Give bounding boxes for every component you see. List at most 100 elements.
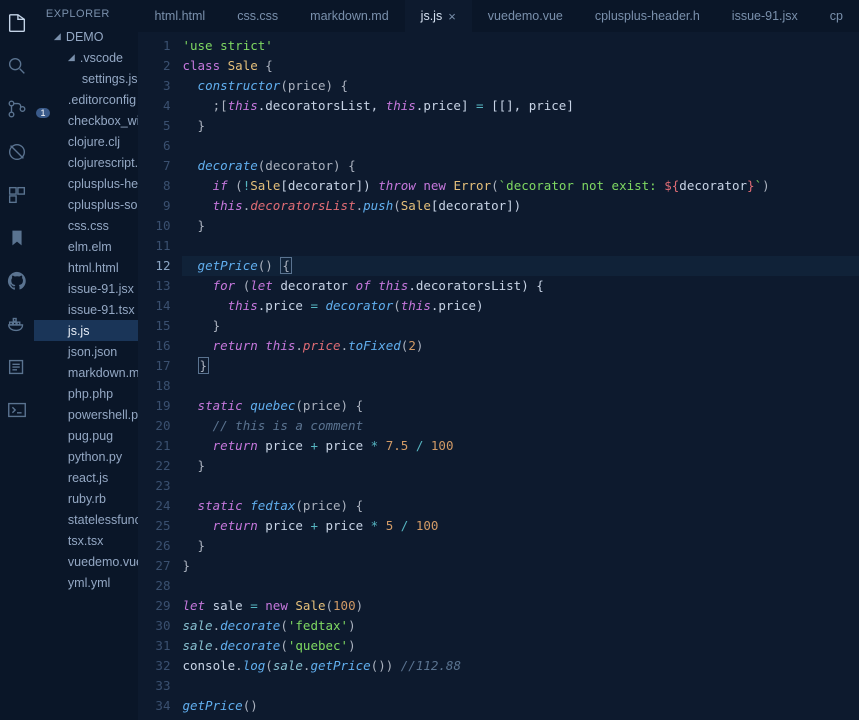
tree-file[interactable]: .editorconfig <box>34 89 139 110</box>
line-number: 34 <box>138 696 170 716</box>
line-number: 1 <box>138 36 170 56</box>
news-icon[interactable] <box>6 356 28 381</box>
tree-file[interactable]: markdown.md <box>34 362 139 383</box>
tree-file[interactable]: statelessfunctionalr… <box>34 509 139 530</box>
tree-label: .editorconfig <box>68 93 136 107</box>
tree-file[interactable]: python.py <box>34 446 139 467</box>
search-icon[interactable] <box>6 55 28 80</box>
tree-label: powershell.ps1 <box>68 408 139 422</box>
tree-label: ruby.rb <box>68 492 106 506</box>
line-number: 30 <box>138 616 170 636</box>
terminal-icon[interactable] <box>6 399 28 424</box>
tab-jsjs[interactable]: js.js × <box>405 0 472 32</box>
tab-label: cplusplus-header.h <box>595 9 700 23</box>
line-number: 27 <box>138 556 170 576</box>
code-line: } <box>182 316 859 336</box>
code-line: } <box>182 116 859 136</box>
tree-file[interactable]: php.php <box>34 383 139 404</box>
activity-bar: 1 <box>0 0 34 720</box>
tree-root[interactable]: ◢DEMO <box>34 26 139 47</box>
line-number: 9 <box>138 196 170 216</box>
close-icon[interactable]: × <box>448 9 456 24</box>
github-icon[interactable] <box>6 270 28 295</box>
line-number: 10 <box>138 216 170 236</box>
source-control-icon[interactable]: 1 <box>6 98 28 123</box>
tab-label: js.js <box>421 9 443 23</box>
line-number: 20 <box>138 416 170 436</box>
tree-file[interactable]: ruby.rb <box>34 488 139 509</box>
line-number: 6 <box>138 136 170 156</box>
code-content[interactable]: 'use strict' class Sale { constructor(pr… <box>182 36 859 720</box>
tree-label: clojurescript.cljs <box>68 156 139 170</box>
tree-file[interactable]: tsx.tsx <box>34 530 139 551</box>
tree-label: .vscode <box>80 51 123 65</box>
tree-label: statelessfunctionalr… <box>68 513 139 527</box>
tree-label: react.js <box>68 471 108 485</box>
tab-vuedemo[interactable]: vuedemo.vue <box>472 0 579 32</box>
code-line: } <box>182 456 859 476</box>
code-line: return price + price * 7.5 / 100 <box>182 436 859 456</box>
tree-file[interactable]: powershell.ps1 <box>34 404 139 425</box>
code-editor[interactable]: 1 2 3 4 5 6 7 8 9 10 11 12 13 14 15 16 1… <box>138 32 859 720</box>
tab-html[interactable]: html.html <box>138 0 221 32</box>
code-line-current: getPrice() { <box>182 256 859 276</box>
tree-label: issue-91.tsx <box>68 303 135 317</box>
line-number: 15 <box>138 316 170 336</box>
tree-file-jsjs[interactable]: js.js <box>34 320 139 341</box>
tree-file[interactable]: clojurescript.cljs <box>34 152 139 173</box>
tab-overflow[interactable]: cp <box>814 0 859 32</box>
code-line <box>182 676 859 696</box>
tree-label: json.json <box>68 345 117 359</box>
tree-label: settings.json <box>82 72 139 86</box>
extensions-icon[interactable] <box>6 184 28 209</box>
tab-label: markdown.md <box>310 9 389 23</box>
line-number: 24 <box>138 496 170 516</box>
tree-file[interactable]: issue-91.tsx <box>34 299 139 320</box>
tree-label: cplusplus-header.h <box>68 177 139 191</box>
line-number: 17 <box>138 356 170 376</box>
code-line: 'use strict' <box>182 36 859 56</box>
line-number: 33 <box>138 676 170 696</box>
line-number: 14 <box>138 296 170 316</box>
debug-icon[interactable] <box>6 141 28 166</box>
tree-file[interactable]: yml.yml <box>34 572 139 593</box>
code-line: this.decoratorsList.push(Sale[decorator]… <box>182 196 859 216</box>
explorer-sidebar: EXPLORER ◢DEMO ◢.vscode settings.json .e… <box>34 0 139 720</box>
code-line: static fedtax(price) { <box>182 496 859 516</box>
docker-icon[interactable] <box>6 313 28 338</box>
tree-file[interactable]: issue-91.jsx <box>34 278 139 299</box>
explorer-icon[interactable] <box>6 12 28 37</box>
code-line <box>182 716 859 720</box>
tab-bar: html.html css.css markdown.md js.js × vue… <box>138 0 859 32</box>
tree-file[interactable]: json.json <box>34 341 139 362</box>
code-line: // this is a comment <box>182 416 859 436</box>
sidebar-title: EXPLORER <box>34 0 139 26</box>
tree-folder-vscode[interactable]: ◢.vscode <box>34 47 139 68</box>
tree-file[interactable]: react.js <box>34 467 139 488</box>
tab-css[interactable]: css.css <box>221 0 294 32</box>
tree-file[interactable]: pug.pug <box>34 425 139 446</box>
tab-issue91[interactable]: issue-91.jsx <box>716 0 814 32</box>
tab-markdown[interactable]: markdown.md <box>294 0 405 32</box>
line-number: 23 <box>138 476 170 496</box>
tree-label: js.js <box>68 324 90 338</box>
tab-cpp-header[interactable]: cplusplus-header.h <box>579 0 716 32</box>
code-line <box>182 376 859 396</box>
tree-file[interactable]: cplusplus-source.cc <box>34 194 139 215</box>
tree-file[interactable]: html.html <box>34 257 139 278</box>
tree-file[interactable]: settings.json <box>34 68 139 89</box>
code-line: decorate(decorator) { <box>182 156 859 176</box>
line-number: 16 <box>138 336 170 356</box>
code-line <box>182 576 859 596</box>
tree-file[interactable]: cplusplus-header.h <box>34 173 139 194</box>
tab-label: css.css <box>237 9 278 23</box>
tree-label: vuedemo.vue <box>68 555 139 569</box>
line-number: 26 <box>138 536 170 556</box>
bookmark-icon[interactable] <box>6 227 28 252</box>
line-number: 31 <box>138 636 170 656</box>
tree-file[interactable]: elm.elm <box>34 236 139 257</box>
code-line: for (let decorator of this.decoratorsLis… <box>182 276 859 296</box>
tree-file[interactable]: vuedemo.vue <box>34 551 139 572</box>
tree-file[interactable]: clojure.clj <box>34 131 139 152</box>
tree-file[interactable]: css.css <box>34 215 139 236</box>
